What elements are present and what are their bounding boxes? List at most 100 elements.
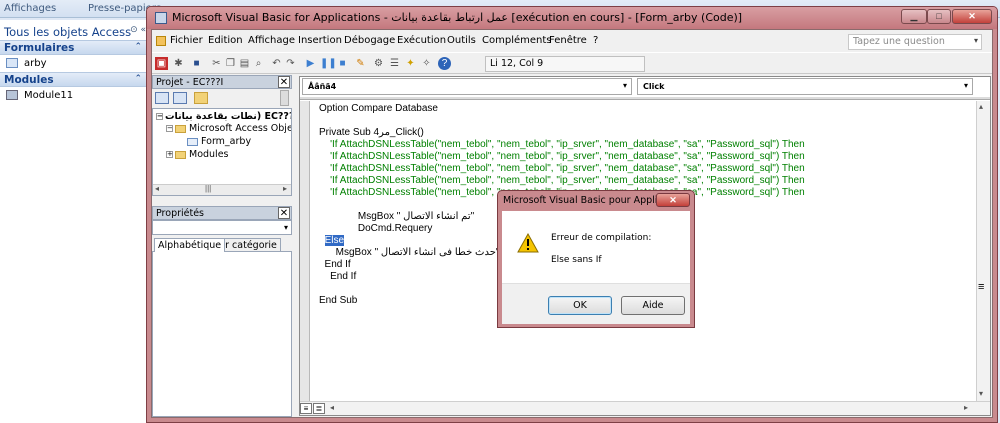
code-line[interactable]: Private Sub مر4_Click()	[319, 127, 424, 138]
project-explorer-icon[interactable]: ⚙	[372, 57, 385, 70]
form-icon	[6, 58, 18, 68]
chevron-down-icon[interactable]: ▾	[623, 81, 627, 90]
access-view-icon[interactable]: ▣	[155, 57, 168, 70]
redo-icon[interactable]: ↷	[284, 57, 297, 70]
scroll-thumb[interactable]: ≡	[978, 281, 989, 293]
maximize-button[interactable]: □	[927, 9, 951, 24]
tree-node-label: Microsoft Access Objets	[189, 123, 292, 134]
menu-fenetre[interactable]: Fenêtre	[549, 35, 587, 46]
code-line[interactable]: 'If AttachDSNLessTable("nem_tebol", "nem…	[319, 139, 805, 150]
collapse-icon[interactable]: −	[166, 125, 173, 132]
code-line[interactable]: End Sub	[319, 295, 357, 306]
view-object-icon[interactable]	[173, 92, 187, 104]
paste-icon[interactable]: ▤	[238, 57, 251, 70]
help-question-input[interactable]: Tapez une question ▾	[848, 34, 982, 50]
code-pane-splitter[interactable]	[300, 97, 990, 100]
menu-edition[interactable]: Edition	[208, 35, 243, 46]
nav-group-modules[interactable]: Modules ⌃	[0, 72, 148, 87]
find-icon[interactable]: ⌕	[252, 57, 265, 70]
code-line[interactable]: 'If AttachDSNLessTable("nem_tebol", "nem…	[319, 163, 805, 174]
code-line[interactable]: Option Compare Database	[319, 103, 438, 114]
object-combo[interactable]: Åâñä4 ▾	[302, 78, 632, 95]
tab-alphabetique[interactable]: Alphabétique	[154, 238, 226, 252]
code-vscrollbar[interactable]: ▴ ≡ ▾	[976, 101, 990, 401]
code-line[interactable]: MsgBox " تم انشاء الاتصال"	[319, 211, 474, 222]
tree-node-modules[interactable]: + Modules	[166, 149, 229, 160]
code-margin-indicator-bar[interactable]	[300, 101, 310, 401]
nav-pane-menu-icons[interactable]: ⊙ «	[130, 25, 146, 35]
break-icon[interactable]: ❚❚	[320, 57, 337, 70]
toolbox-icon[interactable]: ✧	[420, 57, 433, 70]
scroll-left-icon[interactable]: ◂	[330, 403, 334, 412]
code-hscrollbar[interactable]: ≡ ≣ ◂ ▸	[300, 401, 990, 415]
menu-affichage[interactable]: Affichage	[248, 35, 295, 46]
code-line[interactable]: 'If AttachDSNLessTable("nem_tebol", "nem…	[319, 175, 805, 186]
nav-pane-header[interactable]: Tous les objets Access ⊙ «	[0, 22, 148, 40]
properties-grid[interactable]	[152, 251, 292, 417]
nav-item-label: Module11	[24, 90, 74, 101]
form-icon	[187, 137, 198, 146]
scroll-left-icon[interactable]: ◂	[155, 184, 159, 193]
menu-debogage[interactable]: Débogage	[344, 35, 395, 46]
tree-node-project[interactable]: −نطات بقاعدة بيانات) EC???I	[156, 111, 291, 122]
properties-object-select[interactable]: ▾	[152, 220, 292, 235]
project-hscrollbar[interactable]: ◂ ||| ▸	[153, 184, 291, 195]
nav-item-form-arby[interactable]: arby	[6, 58, 47, 69]
design-mode-icon[interactable]: ✎	[354, 57, 367, 70]
collapse-icon[interactable]: −	[156, 113, 163, 120]
scroll-up-icon[interactable]: ▴	[979, 102, 983, 111]
tree-node-access-objects[interactable]: − Microsoft Access Objets	[166, 123, 292, 134]
toggle-folders-icon[interactable]	[194, 92, 208, 104]
save-icon[interactable]: ■	[190, 57, 203, 70]
code-line[interactable]: Else	[319, 235, 345, 246]
menu-help[interactable]: ?	[593, 35, 598, 46]
nav-group-forms[interactable]: Formulaires ⌃	[0, 40, 148, 55]
nav-item-module11[interactable]: Module11	[6, 90, 73, 101]
insert-userform-icon[interactable]: ✱	[172, 57, 185, 70]
scroll-right-icon[interactable]: ▸	[283, 184, 287, 193]
procedure-combo[interactable]: Click ▾	[637, 78, 973, 95]
reset-icon[interactable]: ■	[336, 57, 349, 70]
help-icon[interactable]: ?	[438, 57, 451, 70]
menu-outils[interactable]: Outils	[447, 35, 476, 46]
help-button[interactable]: Aide	[621, 296, 685, 315]
dialog-title-bar[interactable]: Microsoft Visual Basic pour Applicati...…	[498, 191, 694, 211]
menu-bar: Fichier Edition Affichage Insertion Débo…	[152, 30, 992, 52]
vba-title-bar[interactable]: Microsoft Visual Basic for Applications …	[147, 7, 997, 29]
code-line[interactable]: End If	[319, 259, 351, 270]
properties-window-icon[interactable]: ☰	[388, 57, 401, 70]
properties-pane-title: Propriétés	[156, 208, 205, 219]
close-properties-pane-button[interactable]: ✕	[278, 207, 290, 219]
view-mode-buttons: ≡ ≣	[300, 402, 328, 415]
dialog-close-button[interactable]: ✕	[656, 193, 690, 207]
expand-icon[interactable]: +	[166, 151, 173, 158]
view-code-icon[interactable]	[155, 92, 169, 104]
code-line[interactable]: MsgBox " حدث خطا فى انشاء الاتصال"	[319, 247, 500, 258]
run-icon[interactable]: ▶	[304, 57, 317, 70]
code-line[interactable]: DoCmd.Requery	[319, 223, 432, 234]
tree-node-form-arby[interactable]: Form_arby	[187, 136, 251, 147]
menu-execution[interactable]: Exécution	[397, 35, 446, 46]
close-project-pane-button[interactable]: ✕	[278, 76, 290, 88]
cut-icon[interactable]: ✂	[210, 57, 223, 70]
undo-icon[interactable]: ↶	[270, 57, 283, 70]
chevron-down-icon[interactable]: ▾	[284, 223, 288, 232]
module-menu-icon[interactable]	[156, 36, 166, 46]
procedure-view-icon[interactable]: ≡	[300, 403, 312, 414]
scroll-down-icon[interactable]: ▾	[979, 389, 983, 398]
minimize-button[interactable]: ▁	[901, 9, 927, 24]
menu-fichier[interactable]: Fichier	[170, 35, 203, 46]
code-line[interactable]: End If	[319, 271, 356, 282]
chevron-down-icon[interactable]: ▾	[964, 81, 968, 90]
object-browser-icon[interactable]: ✦	[404, 57, 417, 70]
menu-complements[interactable]: Compléments	[482, 35, 551, 46]
menu-insertion[interactable]: Insertion	[298, 35, 342, 46]
full-module-view-icon[interactable]: ≣	[313, 403, 325, 414]
chevron-down-icon[interactable]: ▾	[974, 36, 978, 45]
copy-icon[interactable]: ❐	[224, 57, 237, 70]
code-line[interactable]: 'If AttachDSNLessTable("nem_tebol", "nem…	[319, 151, 805, 162]
scroll-right-icon[interactable]: ▸	[964, 403, 968, 412]
close-button[interactable]: ✕	[952, 9, 992, 24]
ok-button[interactable]: OK	[548, 296, 612, 315]
scroll-thumb[interactable]: |||	[205, 184, 211, 193]
